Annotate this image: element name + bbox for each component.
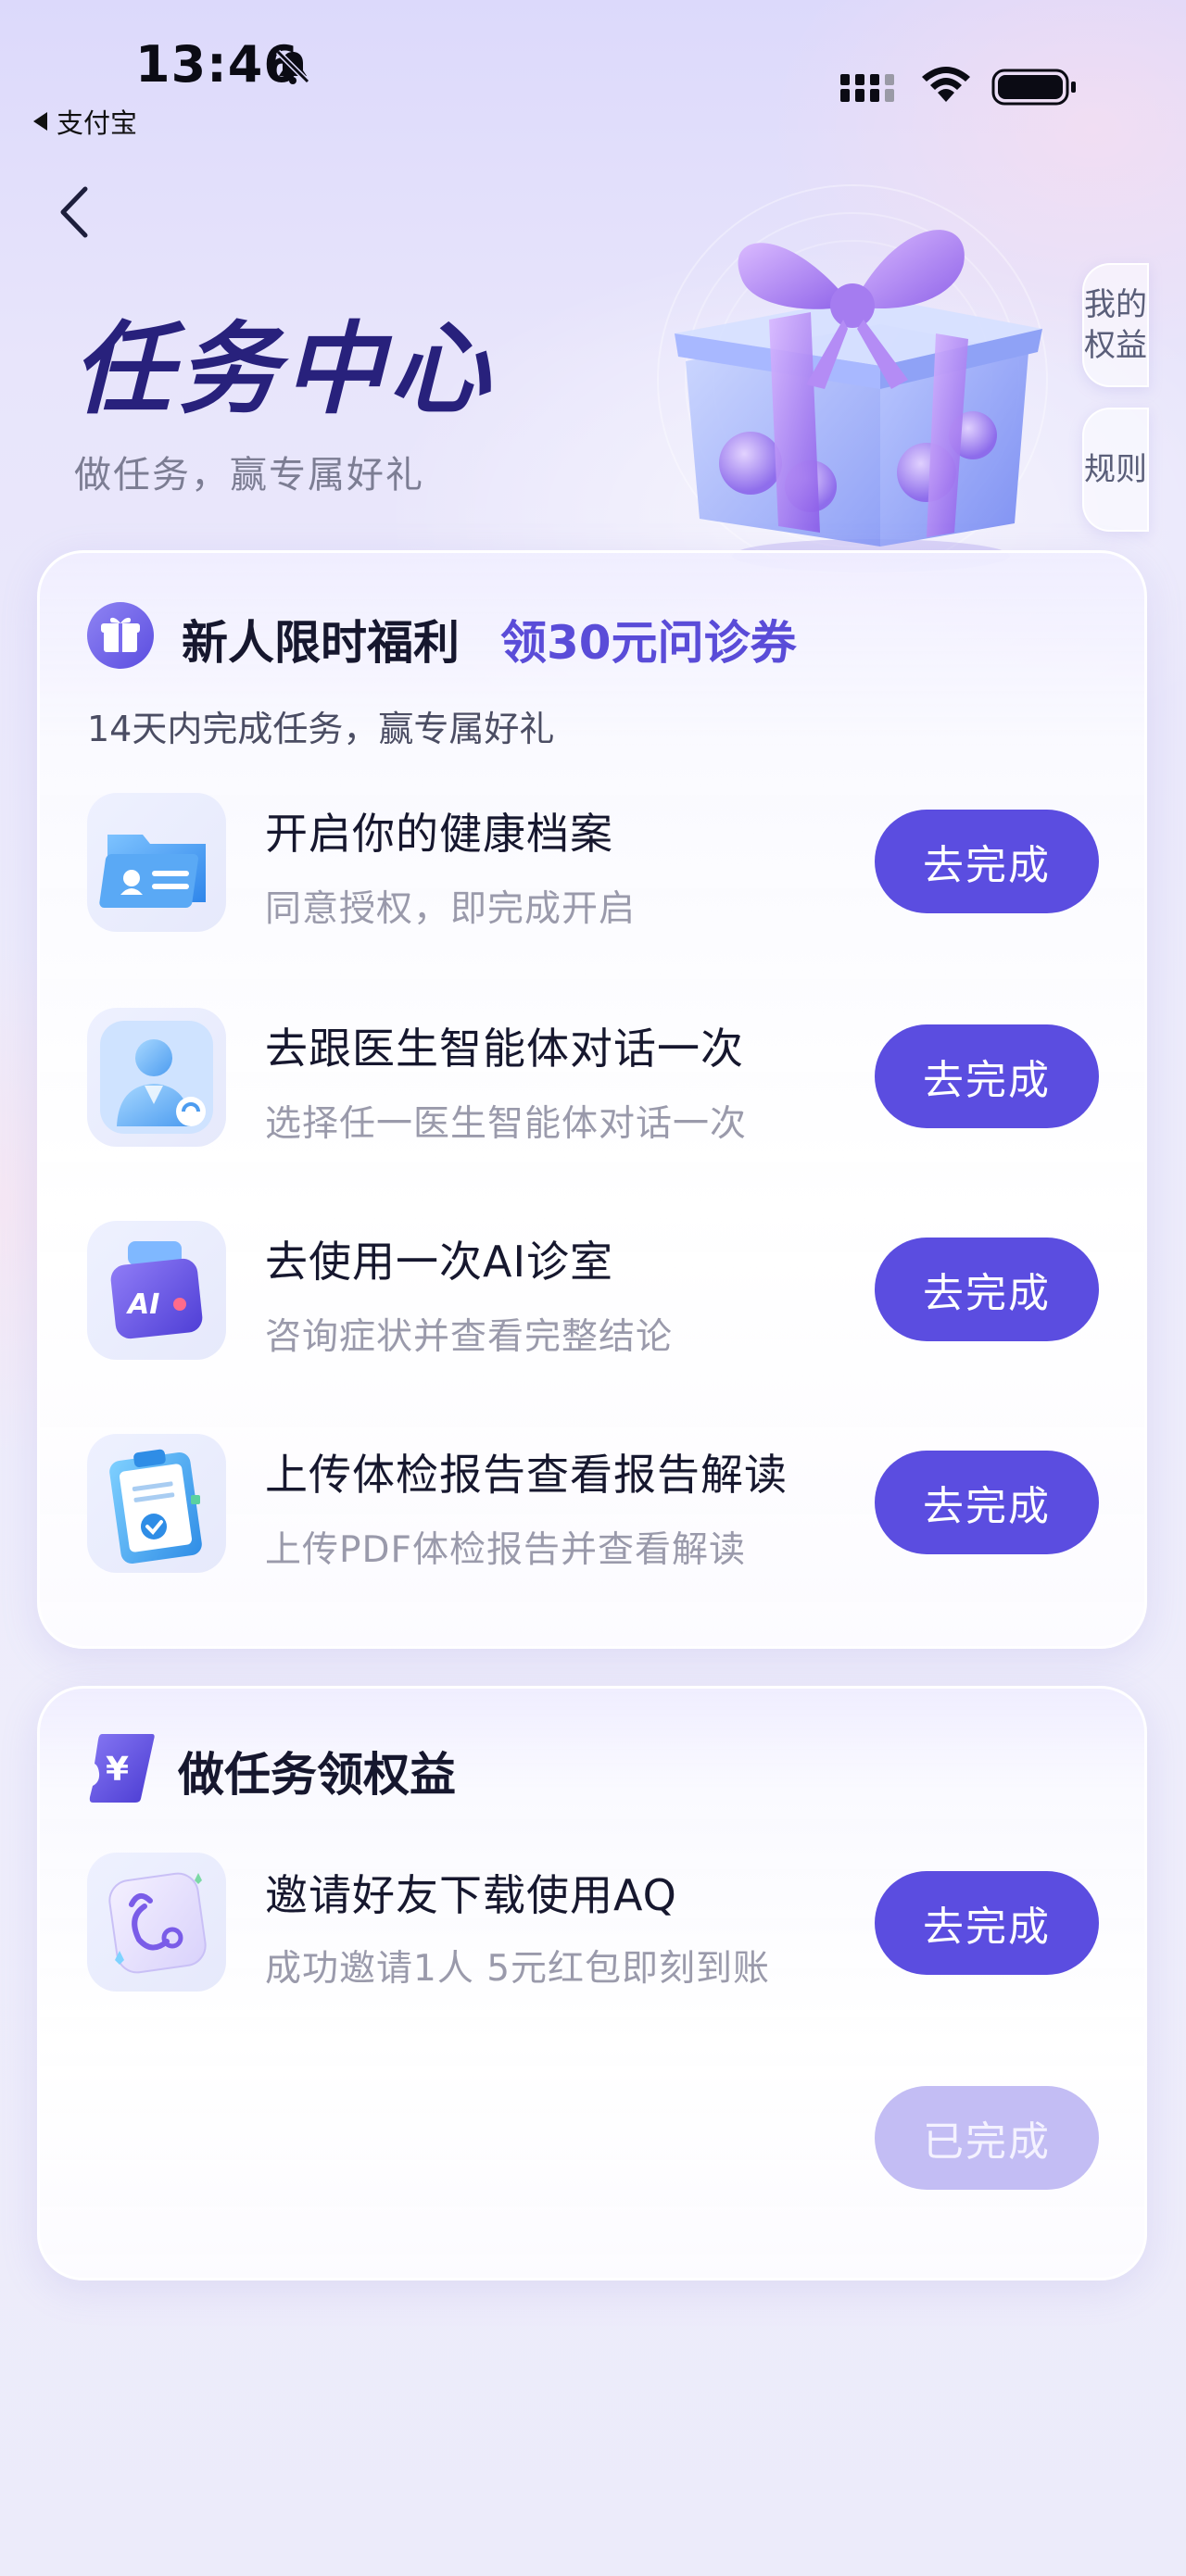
svg-text:¥: ¥ <box>106 1751 129 1789</box>
cellular-signal-icon <box>840 74 894 102</box>
newbie-card-description: 14天内完成任务，赢专属好礼 <box>87 709 555 749</box>
back-to-app-link[interactable]: 支付宝 <box>33 102 137 141</box>
task-title: 开启你的健康档案 <box>265 809 613 859</box>
task-description: 上传PDF体检报告并查看解读 <box>265 1529 746 1571</box>
gift-box-illustration <box>657 184 1048 574</box>
my-rights-tab[interactable]: 我的 权益 <box>1082 263 1149 387</box>
go-complete-button[interactable]: 去完成 <box>875 1451 1099 1554</box>
my-rights-label: 我的 权益 <box>1084 286 1147 364</box>
rules-label: 规则 <box>1084 451 1147 488</box>
go-complete-button[interactable]: 去完成 <box>875 810 1099 913</box>
task-title: 去使用一次AI诊室 <box>265 1237 614 1287</box>
task-title: 上传体检报告查看报告解读 <box>265 1450 788 1500</box>
task-description: 成功邀请1人 5元红包即刻到账 <box>265 1948 771 1990</box>
newbie-card-title: 新人限时福利 <box>182 616 460 670</box>
task-description: 同意授权，即完成开启 <box>265 888 637 930</box>
gift-icon <box>87 602 154 669</box>
task-title: 邀请好友下载使用AQ <box>265 1870 677 1920</box>
coupon-highlight: 领30元问诊券 <box>500 616 797 670</box>
go-complete-button[interactable]: 去完成 <box>875 1238 1099 1341</box>
mute-bell-icon <box>275 49 310 84</box>
ai-clinic-icon: AI <box>110 1241 203 1339</box>
invite-friend-icon <box>108 1872 207 1974</box>
wifi-icon <box>922 67 970 102</box>
task-icon-tile <box>87 793 226 932</box>
page-title: 任务中心 <box>72 312 496 428</box>
checkup-report-icon <box>109 1449 202 1564</box>
task-description: 选择任一医生智能体对话一次 <box>265 1103 748 1145</box>
page-subtitle: 做任务，赢专属好礼 <box>74 454 424 496</box>
task-icon-tile <box>87 1434 226 1573</box>
go-complete-button[interactable]: 去完成 <box>875 1024 1099 1128</box>
task-icon-tile: AI <box>87 1221 226 1360</box>
svg-text:AI: AI <box>126 1288 159 1321</box>
task-title: 去跟医生智能体对话一次 <box>265 1024 744 1074</box>
health-record-icon <box>99 835 206 908</box>
rules-tab[interactable]: 规则 <box>1082 408 1149 532</box>
rights-card-title: 做任务领权益 <box>178 1748 456 1802</box>
back-chevron-icon[interactable] <box>48 180 102 245</box>
task-icon-tile <box>87 1008 226 1147</box>
task-icon-tile <box>87 1853 226 1992</box>
back-triangle-icon <box>33 112 47 131</box>
doctor-agent-icon <box>100 1021 213 1134</box>
back-app-label: 支付宝 <box>57 107 138 139</box>
completed-button[interactable]: 已完成 <box>875 2086 1099 2190</box>
task-description: 咨询症状并查看完整结论 <box>265 1316 674 1358</box>
yuan-voucher-icon: ¥ <box>89 1734 155 1803</box>
go-complete-button[interactable]: 去完成 <box>875 1871 1099 1975</box>
battery-icon <box>991 69 1076 106</box>
